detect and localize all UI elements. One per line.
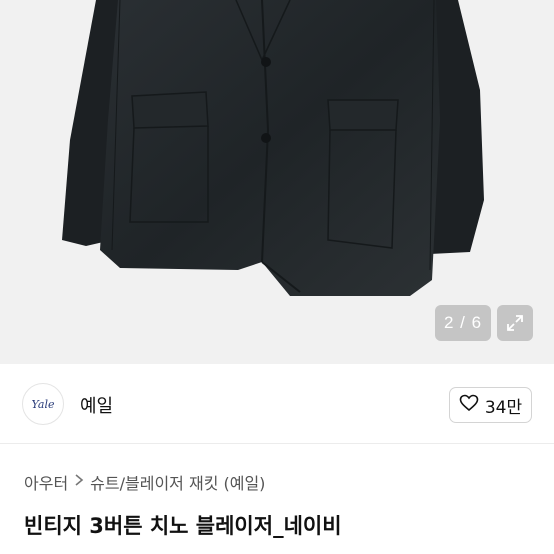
heart-icon (459, 394, 479, 417)
image-counter: 2 / 6 (435, 305, 491, 341)
expand-icon (505, 313, 525, 333)
section-divider (0, 443, 554, 444)
breadcrumb-item-outer[interactable]: 아우터 (24, 470, 68, 494)
seller-avatar-logo: Yale (31, 397, 55, 411)
breadcrumb: 아우터 슈트/블레이저 재킷 (예일) (24, 470, 265, 494)
chevron-right-icon (74, 473, 84, 491)
like-button[interactable]: 34만 (449, 387, 532, 423)
seller-row: Yale 예일 34만 (0, 364, 554, 444)
breadcrumb-item-category[interactable]: 슈트/블레이저 재킷 (예일) (90, 470, 265, 494)
product-title: 빈티지 3버튼 치노 블레이저_네이비 (24, 514, 342, 538)
expand-button[interactable] (497, 305, 533, 341)
product-image[interactable]: 2 / 6 (0, 0, 554, 364)
seller-avatar[interactable]: Yale (22, 383, 64, 425)
like-count: 34만 (484, 397, 523, 418)
seller-name[interactable]: 예일 (80, 392, 113, 418)
